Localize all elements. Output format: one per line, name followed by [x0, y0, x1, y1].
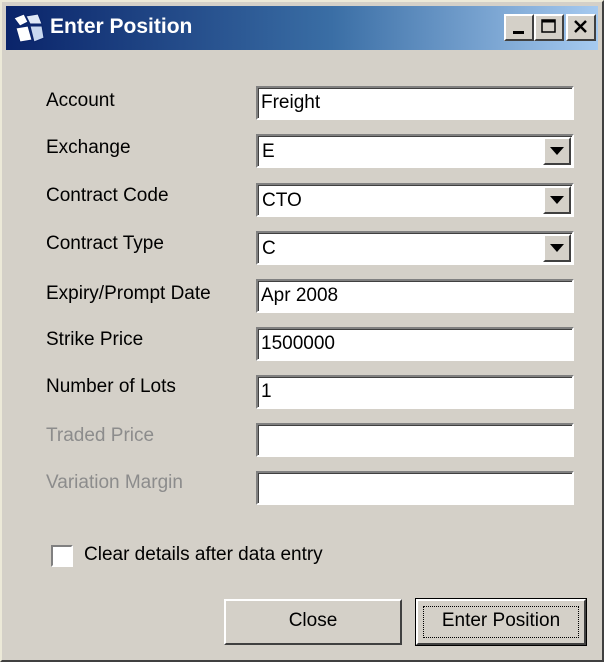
- dropdown-arrow-icon: [550, 196, 564, 204]
- exchange-label: Exchange: [46, 137, 131, 158]
- account-field[interactable]: [256, 86, 574, 120]
- enter-position-window: Enter Position Account Exchange E: [0, 0, 604, 662]
- window-title: Enter Position: [50, 15, 193, 38]
- expiry-date-label: Expiry/Prompt Date: [46, 283, 211, 304]
- contract-code-value: CTO: [262, 190, 302, 211]
- title-bar[interactable]: Enter Position: [6, 6, 598, 50]
- account-label: Account: [46, 90, 115, 111]
- focus-rect: [423, 606, 579, 638]
- variation-margin-label: Variation Margin: [46, 472, 183, 493]
- lots-label: Number of Lots: [46, 376, 176, 397]
- strike-price-input[interactable]: [261, 331, 561, 357]
- close-icon: [574, 20, 587, 33]
- exchange-dropdown-button[interactable]: [543, 137, 571, 165]
- contract-type-value: C: [262, 238, 276, 259]
- traded-price-field[interactable]: [256, 423, 574, 457]
- close-window-button[interactable]: [566, 14, 596, 41]
- maximize-button[interactable]: [534, 14, 564, 41]
- strike-price-field[interactable]: [256, 327, 574, 361]
- dropdown-arrow-icon: [550, 147, 564, 155]
- contract-type-select[interactable]: C: [256, 231, 574, 265]
- exchange-select[interactable]: E: [256, 134, 574, 168]
- variation-margin-field[interactable]: [256, 471, 574, 505]
- lots-field[interactable]: [256, 375, 574, 409]
- clear-details-checkbox[interactable]: [51, 545, 73, 567]
- enter-position-button[interactable]: Enter Position: [415, 598, 587, 646]
- expiry-date-field[interactable]: [256, 279, 574, 313]
- minimize-icon: [513, 31, 524, 34]
- dropdown-arrow-icon: [550, 244, 564, 252]
- contract-code-select[interactable]: CTO: [256, 183, 574, 217]
- lots-input[interactable]: [261, 379, 561, 405]
- app-icon: [12, 12, 46, 44]
- account-input[interactable]: [261, 90, 561, 116]
- variation-margin-input[interactable]: [261, 475, 561, 501]
- expiry-date-input[interactable]: [261, 283, 561, 309]
- close-button[interactable]: Close: [224, 599, 402, 645]
- clear-details-label[interactable]: Clear details after data entry: [84, 544, 323, 566]
- contract-type-label: Contract Type: [46, 233, 164, 254]
- exchange-value: E: [262, 141, 275, 162]
- close-button-label: Close: [288, 610, 338, 631]
- maximize-icon: [541, 19, 556, 33]
- traded-price-label: Traded Price: [46, 425, 155, 446]
- strike-price-label: Strike Price: [46, 329, 144, 350]
- traded-price-input[interactable]: [261, 427, 561, 453]
- minimize-button[interactable]: [504, 14, 534, 41]
- contract-code-label: Contract Code: [46, 185, 169, 206]
- contract-type-dropdown-button[interactable]: [543, 234, 571, 262]
- contract-code-dropdown-button[interactable]: [543, 186, 571, 214]
